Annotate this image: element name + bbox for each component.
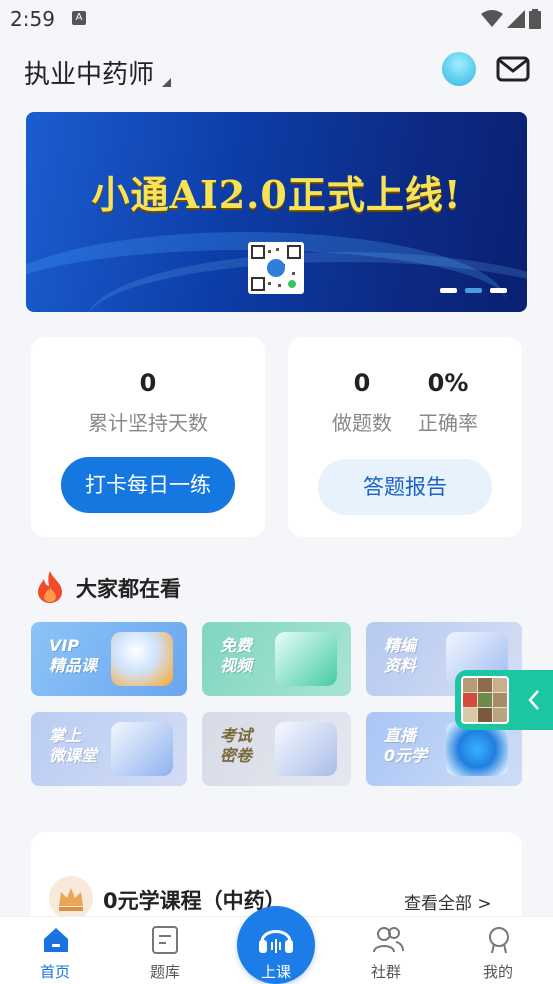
tile-free-video[interactable]: 免费 视频 [202,622,351,696]
practice-stats-card: 0 做题数 0% 正确率 答题报告 [288,337,522,537]
dropdown-caret-icon[interactable] [162,78,171,87]
question-bank-icon [152,926,178,954]
carousel-dot-active[interactable] [465,288,482,293]
tile-vip-course[interactable]: VIP 精品课 [31,622,187,696]
qr-code-image [248,242,304,294]
home-icon [44,928,68,952]
accuracy-label: 正确率 [418,411,478,435]
tab-profile[interactable]: 我的 [458,917,538,984]
tile-micro-class[interactable]: 掌上 微课堂 [31,712,187,786]
view-all-link[interactable]: 查看全部 > [404,889,492,914]
tab-label: 首页 [39,963,70,981]
tab-label: 社群 [370,963,401,981]
tab-question-bank[interactable]: 题库 [125,917,205,984]
community-icon [373,927,404,953]
avatar[interactable] [442,52,476,86]
streak-days-label: 累计坚持天数 [88,411,208,435]
tab-label: 上课 [260,963,291,981]
system-icons [481,9,541,29]
a-icon: A [72,11,86,25]
streak-card: 0 累计坚持天数 打卡每日一练 [31,337,265,537]
tab-label: 我的 [482,963,513,981]
headphones-icon [259,930,293,953]
mail-icon[interactable] [496,56,530,82]
flame-icon [38,571,62,603]
laptop-icon [111,722,173,776]
trending-section-title: 大家都在看 [76,577,181,601]
tab-community[interactable]: 社群 [346,917,426,984]
promo-banner[interactable]: 小通AI2.0正式上线! [26,112,527,312]
exam-paper-icon [275,722,337,776]
question-count-value: 0 [353,369,371,397]
community-thumbnail [461,676,509,724]
vip-crystal-ball-icon [111,632,173,686]
status-time: 2:59 [10,7,55,31]
live-play-icon [446,722,508,776]
question-count-label: 做题数 [332,411,392,435]
tile-exam-papers[interactable]: 考试 密卷 [202,712,351,786]
profile-icon [489,927,509,954]
exam-category-selector[interactable]: 执业中药师 [24,54,154,91]
tab-home[interactable]: 首页 [15,917,95,984]
carousel-dot[interactable] [490,288,507,293]
carousel-dot[interactable] [440,288,457,293]
chevron-left-icon[interactable] [527,688,541,712]
banner-headline: 小通AI2.0正式上线! [91,172,462,217]
floating-community-widget[interactable] [455,670,553,730]
streak-days-value: 0 [139,369,157,397]
carousel-indicator [440,288,507,293]
status-bar: 2:59 A [0,0,553,38]
battery-icon [529,9,541,29]
signal-icon [507,10,525,28]
tab-label: 题库 [149,963,180,981]
answer-report-button[interactable]: 答题报告 [318,459,492,515]
tab-class[interactable]: 上课 [237,906,315,984]
app-header: 执业中药师 [0,38,553,108]
video-play-icon [275,632,337,686]
wifi-icon [481,10,503,27]
crown-icon [49,876,93,920]
accuracy-value: 0% [427,369,469,397]
daily-checkin-button[interactable]: 打卡每日一练 [61,457,235,513]
